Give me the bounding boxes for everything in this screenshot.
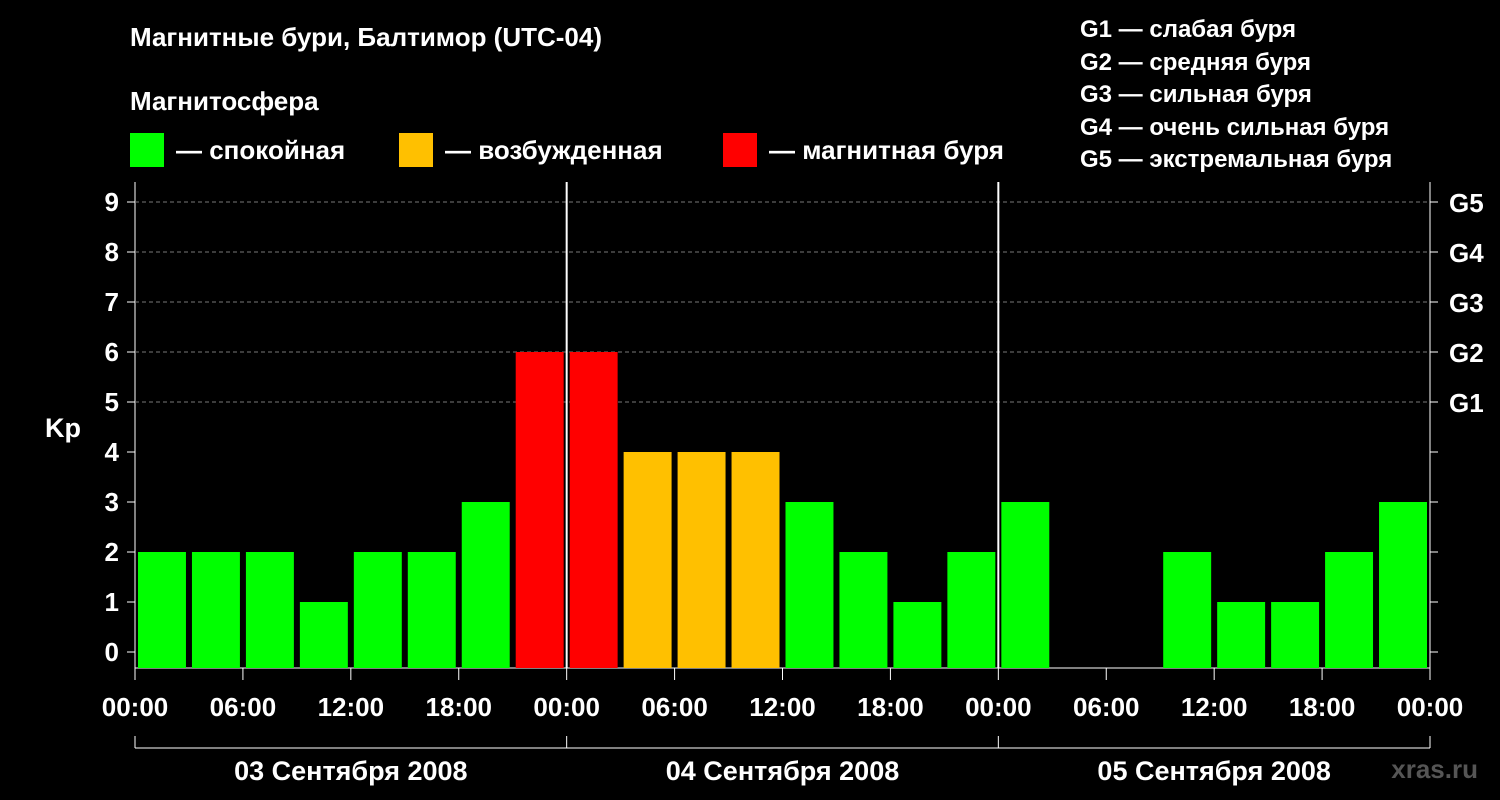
g-level-label: G2	[1449, 338, 1484, 368]
x-tick-label: 12:00	[318, 692, 385, 722]
kp-bar	[299, 602, 348, 668]
kp-bar-chart: 0 1 2 3 4 5 6 7 8 9 G1 G2 G3 G4 G5 Kp 00:00 06:00 12:00 18:…	[45, 182, 1484, 786]
y-tick-label: 2	[105, 537, 119, 567]
x-tick-label: 00:00	[965, 692, 1032, 722]
date-label: 03 Сентября 2008	[234, 756, 467, 786]
x-tick-label: 06:00	[641, 692, 708, 722]
kp-bar	[623, 452, 672, 668]
y-axis-label: Kp	[45, 413, 81, 443]
kp-bar	[191, 552, 240, 668]
x-tick-label: 00:00	[102, 692, 169, 722]
date-label: 05 Сентября 2008	[1097, 756, 1330, 786]
y-tick-label: 6	[105, 337, 119, 367]
x-tick-label: 00:00	[533, 692, 600, 722]
kp-bar	[1271, 602, 1320, 668]
y-tick-label: 0	[105, 637, 119, 667]
kp-bar	[407, 552, 456, 668]
kp-bar	[731, 452, 780, 668]
kp-bar	[1217, 602, 1266, 668]
kp-bar	[785, 502, 834, 668]
g-level-label: G5	[1449, 188, 1484, 218]
kp-bar	[138, 552, 186, 668]
x-tick-label: 18:00	[857, 692, 924, 722]
y-tick-label: 8	[105, 237, 119, 267]
kp-bar	[245, 552, 294, 668]
kp-bar	[1163, 552, 1212, 668]
y-tick-label: 7	[105, 287, 119, 317]
kp-bar	[353, 552, 402, 668]
kp-bar	[677, 452, 726, 668]
x-tick-label: 12:00	[1181, 692, 1248, 722]
y-tick-label: 1	[105, 587, 119, 617]
x-tick-label: 12:00	[749, 692, 816, 722]
x-tick-label: 06:00	[1073, 692, 1140, 722]
kp-bar	[569, 352, 618, 668]
kp-bar	[461, 502, 510, 668]
y-tick-label: 4	[105, 437, 120, 467]
kp-bar	[1325, 552, 1374, 668]
watermark: xras.ru	[1391, 754, 1478, 784]
kp-bar	[515, 352, 564, 668]
y-tick-label: 9	[105, 187, 119, 217]
g-level-label: G4	[1449, 238, 1484, 268]
x-tick-label: 00:00	[1397, 692, 1464, 722]
g-level-label: G1	[1449, 388, 1484, 418]
y-tick-label: 5	[105, 387, 119, 417]
date-label: 04 Сентября 2008	[666, 756, 899, 786]
y-tick-label: 3	[105, 487, 119, 517]
kp-bar	[893, 602, 942, 668]
kp-bar	[1379, 502, 1427, 668]
kp-bar	[1001, 502, 1050, 668]
x-tick-label: 18:00	[426, 692, 493, 722]
x-tick-label: 18:00	[1289, 692, 1356, 722]
kp-bar	[839, 552, 888, 668]
kp-bar	[947, 552, 996, 668]
g-level-label: G3	[1449, 288, 1484, 318]
x-tick-label: 06:00	[210, 692, 277, 722]
